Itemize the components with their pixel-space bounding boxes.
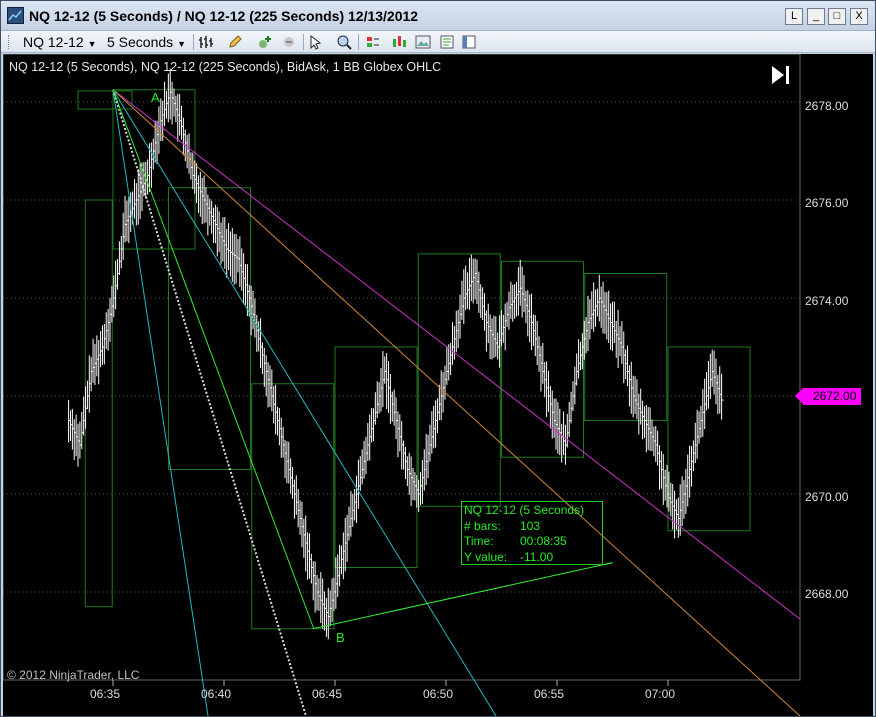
image-icon[interactable] — [415, 34, 431, 50]
instrument-label: NQ 12-12 — [23, 34, 84, 50]
interval-label: 5 Seconds — [107, 34, 174, 50]
gann-fan-line-magenta — [112, 89, 801, 620]
x-tick-label: 06:50 — [423, 687, 454, 701]
maximize-button[interactable]: □ — [828, 8, 846, 25]
interval-selector[interactable]: 5 Seconds ▼ — [107, 34, 186, 50]
panel-icon[interactable] — [461, 34, 477, 50]
chart-toolbar: NQ 12-12 ▼ 5 Seconds ▼ — [1, 31, 875, 53]
title-bar[interactable]: NQ 12-12 (5 Seconds) / NQ 12-12 (225 Sec… — [1, 1, 875, 31]
ruler-y-row: Y value: -11.00 — [464, 550, 600, 566]
chevron-down-icon: ▼ — [87, 39, 97, 49]
price-chart[interactable] — [3, 54, 873, 716]
toolbar-separator — [303, 34, 304, 50]
toolbar-separator — [193, 34, 194, 50]
y-tick-label: 2668.00 — [805, 587, 849, 601]
toolbar-grip[interactable] — [8, 35, 11, 49]
chart-style-icon[interactable] — [391, 34, 407, 50]
toolbar-separator — [358, 34, 359, 50]
y-tick-label: 2670.00 — [805, 490, 849, 504]
window-title: NQ 12-12 (5 Seconds) / NQ 12-12 (225 Sec… — [29, 8, 419, 24]
ruler-line-ab — [112, 89, 315, 629]
current-price-marker: 2672.00 — [794, 388, 862, 405]
properties-icon[interactable] — [439, 34, 455, 50]
zoom-icon[interactable] — [336, 34, 352, 50]
point-a-label[interactable]: A — [151, 90, 160, 105]
skip-to-end-icon[interactable] — [769, 64, 793, 86]
x-tick-label: 06:35 — [90, 687, 121, 701]
chart-window: NQ 12-12 (5 Seconds) / NQ 12-12 (225 Sec… — [0, 0, 876, 717]
ruler-bars-label: # bars: — [464, 518, 501, 533]
ruler-time-value: 00:08:35 — [520, 534, 567, 548]
ruler-y-value: -11.00 — [520, 549, 554, 564]
plot-border — [3, 54, 801, 681]
bar-type-icon[interactable] — [198, 34, 214, 50]
chevron-down-icon: ▼ — [177, 39, 186, 49]
x-tick-label: 06:45 — [312, 687, 343, 701]
ruler-bars-value: 103 — [520, 518, 541, 533]
ruler-info-box[interactable]: NQ 12-12 (5 Seconds) # bars: 103 Time: 00:… — [461, 501, 603, 565]
cursor-icon[interactable] — [308, 34, 324, 50]
minimize-button[interactable]: _ — [807, 8, 825, 25]
ruler-time-label: Time: — [464, 534, 494, 548]
x-tick-label: 06:55 — [534, 687, 565, 701]
gann-fan-line-cyan-1 — [112, 89, 497, 716]
pencil-draw-icon[interactable] — [227, 34, 243, 50]
ruler-y-label: Y value: — [464, 549, 508, 564]
link-button[interactable]: L — [785, 8, 803, 25]
y-tick-label: 2676.00 — [805, 196, 849, 210]
x-tick-label: 07:00 — [645, 687, 676, 701]
ruler-line-b-end — [312, 562, 613, 630]
copyright-text: © 2012 NinjaTrader, LLC — [7, 668, 140, 682]
y-tick-label: 2674.00 — [805, 294, 849, 308]
remove-icon[interactable] — [281, 34, 297, 50]
ruler-title: NQ 12-12 (5 Seconds) — [464, 503, 585, 517]
ruler-connector — [602, 562, 613, 566]
strategy-icon[interactable] — [365, 34, 381, 50]
app-chart-icon — [7, 7, 24, 24]
gann-fan-line-cyan-2 — [112, 89, 209, 716]
ruler-bars-row: # bars: 103 — [464, 519, 600, 535]
chart-panel[interactable]: NQ 12-12 (5 Seconds), NQ 12-12 (225 Seco… — [3, 54, 873, 716]
bar-225s-box — [251, 383, 335, 630]
close-button[interactable]: X — [850, 8, 868, 25]
instrument-selector[interactable]: NQ 12-12 ▼ — [23, 34, 97, 50]
y-tick-label: 2678.00 — [805, 99, 849, 113]
ruler-time-row: Time: 00:08:35 — [464, 534, 600, 550]
point-b-label[interactable]: B — [336, 630, 345, 645]
bar-225s-box — [417, 253, 501, 507]
x-tick-label: 06:40 — [201, 687, 232, 701]
chart-series-label: NQ 12-12 (5 Seconds), NQ 12-12 (225 Seco… — [9, 60, 442, 74]
fan-dotted-line — [112, 89, 307, 716]
gann-fan-line-orange — [112, 89, 801, 716]
add-indicator-icon[interactable] — [257, 34, 273, 50]
